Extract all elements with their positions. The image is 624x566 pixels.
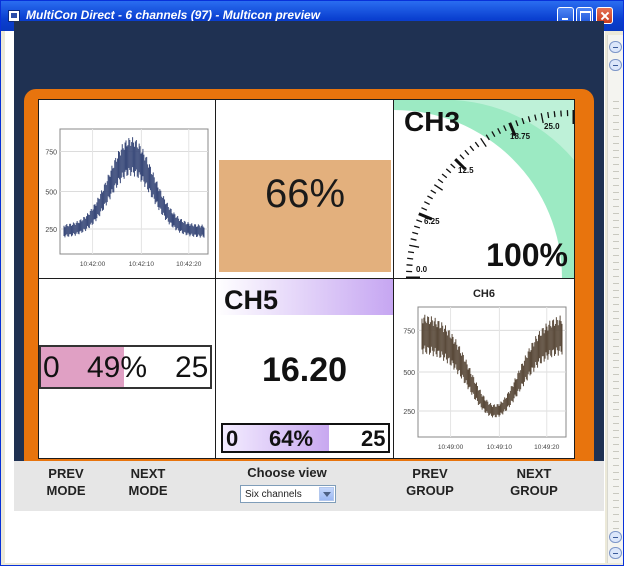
view-select-value: Six channels [245, 489, 302, 500]
channel-2-level[interactable]: 66% [216, 100, 393, 278]
ch3-dial-label: 12.5 [458, 166, 474, 175]
ch1-x-tick: 10:42:20 [176, 261, 202, 268]
ch3-dial-tick [450, 163, 456, 169]
ch6-x-tick: 10:49:10 [487, 444, 513, 451]
prev-group-button[interactable]: PREV GROUP [400, 465, 460, 499]
ch4-min: 0 [43, 351, 60, 384]
ch3-dial-tick [464, 149, 470, 156]
control-bar: PREV MODE NEXT MODE Choose view Six chan… [14, 461, 604, 511]
ch1-trend-chart: 750 500 250 10:42:00 10:42:10 10:42:20 [45, 128, 209, 268]
channel-6-trend[interactable]: CH6 750 500 250 10:49:00 10:49:10 10:49:20 [394, 279, 574, 458]
ch3-dial-tick [414, 225, 421, 229]
channel-grid: 750 500 250 10:42:00 10:42:10 10:42:20 66% 2… [38, 99, 575, 459]
channel-1-trend[interactable]: 750 500 250 10:42:00 10:42:10 10:42:20 [39, 100, 215, 278]
ch3-dial-tick [469, 145, 475, 152]
ch3-dial-label: 6.25 [424, 217, 440, 226]
prev-mode-label: PREV [48, 466, 84, 481]
ch6-x-tick: 10:49:20 [534, 444, 560, 451]
ch3-dial-tick [433, 184, 443, 191]
ch3-dial-tick [424, 201, 430, 206]
ch1-y-tick: 750 [45, 150, 57, 157]
prev-mode-label: MODE [46, 483, 86, 498]
application-window: MultiCon Direct - 6 channels (97) - Mult… [0, 0, 624, 566]
ch3-dial-label: 0.0 [416, 265, 428, 274]
ch3-dial-label: 18.75 [510, 132, 531, 141]
ch5-bar-value: 64% [269, 426, 314, 451]
choose-view-label: Choose view [247, 465, 327, 480]
ch3-label: CH3 [404, 106, 461, 137]
ch3-dial-tick [421, 207, 428, 211]
channel-3-gauge[interactable]: 25.0 18.75 12.5 6.25 0.0 CH3 100% [394, 100, 574, 278]
ch6-y-tick: 500 [403, 370, 415, 377]
window-title: MultiCon Direct - 6 channels (97) - Mult… [26, 8, 321, 22]
channel-4-bar[interactable]: 0 49% 25 [39, 279, 215, 458]
ch4-value: 49% [87, 351, 148, 384]
next-group-label: GROUP [510, 483, 558, 498]
next-group-label: NEXT [516, 466, 552, 481]
ch6-trend-chart: CH6 750 500 250 10:49:00 10:49:10 10:49:20 [403, 288, 567, 451]
ch4-bar: 0 49% 25 [39, 345, 212, 389]
scroll-up-icon[interactable] [609, 41, 622, 53]
next-mode-label: MODE [128, 483, 168, 498]
ch5-bar: 0 64% 25 [221, 423, 390, 453]
ch3-dial-tick [474, 141, 480, 148]
scroll-down-icon[interactable] [609, 531, 622, 543]
ch2-value: 66% [264, 172, 346, 216]
prev-group-label: GROUP [406, 483, 454, 498]
ch3-dial-label: 25.0 [544, 122, 560, 131]
ch5-label: CH5 [224, 285, 279, 315]
ch6-title: CH6 [473, 288, 495, 300]
dropdown-arrow-icon[interactable] [319, 487, 334, 501]
next-group-button[interactable]: NEXT GROUP [504, 465, 564, 499]
ch3-dial-tick [445, 168, 452, 174]
ch3-dial-tick [459, 154, 465, 160]
ch3-dial-tick [553, 111, 556, 118]
ch6-y-tick: 750 [403, 328, 415, 335]
next-mode-button[interactable]: NEXT MODE [118, 465, 178, 499]
view-select[interactable]: Six channels [240, 485, 336, 503]
prev-group-label: PREV [412, 466, 448, 481]
ch3-dial-tick [547, 111, 550, 119]
scroll-track[interactable] [613, 95, 619, 535]
next-mode-label: NEXT [130, 466, 166, 481]
ch3-dial-tick [430, 189, 437, 194]
ch3-dial-tick [407, 251, 415, 254]
ch3-dial-tick [480, 137, 487, 147]
ch5-bar-max: 25 [361, 426, 386, 451]
ch3-dial-tick [437, 178, 444, 184]
ch6-y-tick: 250 [403, 409, 415, 416]
vertical-scrollbar[interactable] [607, 35, 623, 563]
channel-5-numeric[interactable]: CH5 16.20 0 64% 25 [216, 279, 393, 458]
ch3-dial-tick [441, 173, 448, 179]
ch1-x-tick: 10:42:00 [80, 261, 106, 268]
ch3-value: 100% [486, 237, 568, 273]
ch3-dial-tick [409, 244, 420, 248]
ch5-bar-min: 0 [226, 426, 239, 451]
ch5-value: 16.20 [261, 351, 348, 389]
scroll-down-icon[interactable] [609, 547, 622, 559]
ch1-y-tick: 500 [45, 190, 57, 197]
ch3-dial-tick [416, 219, 423, 223]
scroll-up-icon[interactable] [609, 59, 622, 71]
ch1-x-tick: 10:42:10 [129, 261, 155, 268]
ch4-max: 25 [175, 351, 209, 384]
prev-mode-button[interactable]: PREV MODE [36, 465, 96, 499]
ch1-y-tick: 250 [45, 227, 57, 234]
ch3-dial-tick [410, 238, 417, 241]
ch3-dial-tick [427, 195, 433, 200]
ch6-x-tick: 10:49:00 [438, 444, 464, 451]
ch3-dial-tick [412, 231, 419, 235]
ch3-dial-tick [407, 257, 414, 260]
